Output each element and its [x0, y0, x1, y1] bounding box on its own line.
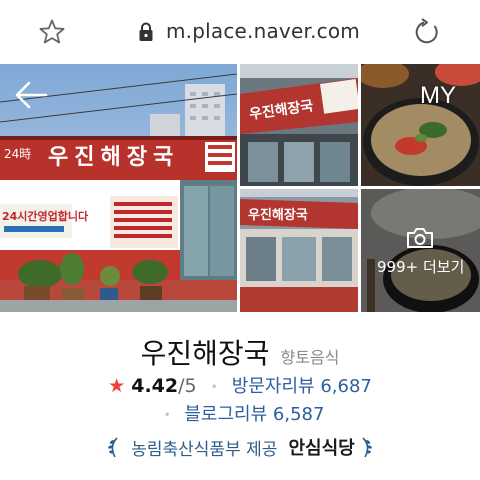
my-button[interactable]: MY	[420, 82, 456, 110]
more-photos-overlay[interactable]	[361, 189, 480, 312]
separator-dot: •	[210, 379, 218, 394]
reload-icon[interactable]	[412, 17, 442, 47]
sign-open-text: 24시간영업합니다	[2, 209, 89, 223]
back-arrow-icon[interactable]	[14, 80, 48, 110]
star-icon[interactable]	[38, 18, 66, 46]
blog-reviews-link[interactable]: 블로그리뷰 6,587	[184, 404, 324, 425]
rating-star-icon: ★	[108, 375, 126, 397]
rating-max: /5	[178, 375, 197, 397]
lock-icon	[139, 22, 153, 41]
rating-value: 4.42	[131, 375, 179, 397]
certification-text: 농림축산식품부 제공	[131, 439, 278, 460]
photo-street[interactable]: 우진해장국	[240, 189, 358, 312]
svg-text:우진해장국: 우진해장국	[248, 207, 308, 223]
separator-dot: •	[163, 408, 171, 422]
place-header: 우진해장국 향토음식	[0, 332, 480, 372]
sign-name-text: 우진해장국	[48, 145, 179, 170]
browser-address-bar: m.place.naver.com	[0, 0, 480, 64]
camera-icon	[407, 228, 433, 248]
place-name: 우진해장국	[140, 337, 270, 370]
more-photos-label[interactable]: 999+ 더보기	[377, 256, 464, 277]
place-category: 향토음식	[280, 348, 340, 367]
safe-restaurant-badge: 안심식당	[288, 438, 355, 459]
rating-row: ★ 4.42/5 • 방문자리뷰 6,687	[0, 372, 480, 400]
laurel-left-icon	[108, 437, 118, 458]
certification-badge[interactable]: 농림축산식품부 제공 안심식당	[0, 434, 480, 466]
laurel-right-icon	[362, 437, 372, 458]
visitor-reviews-link[interactable]: 방문자리뷰 6,687	[232, 376, 372, 397]
blog-review-row: • 블로그리뷰 6,587	[0, 400, 480, 428]
url-text[interactable]: m.place.naver.com	[166, 19, 360, 43]
photo-signboard[interactable]: 우진해장국	[240, 64, 358, 186]
sign-hours-text: 24時	[4, 147, 31, 161]
